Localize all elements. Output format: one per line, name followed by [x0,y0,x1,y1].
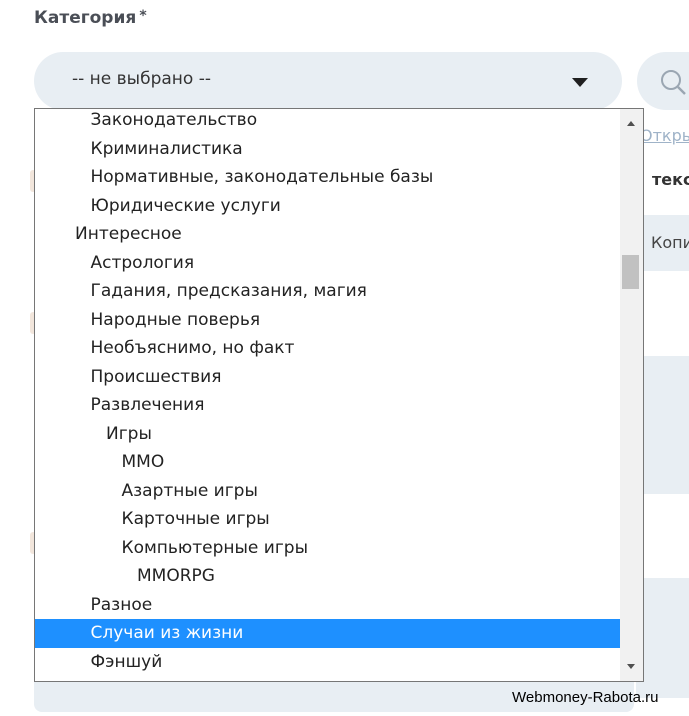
dropdown-option[interactable]: Нормативные, законодательные базы [35,163,620,192]
dropdown-option[interactable]: Развлечения [35,391,620,420]
search-icon [661,70,686,95]
dropdown-option[interactable]: Разное [35,591,620,620]
caret-down-icon[interactable] [572,78,588,87]
category-dropdown-list[interactable]: Законодательство Криминалистика Нормативны… [34,108,644,682]
dropdown-option[interactable]: Криминалистика [35,135,620,164]
dropdown-option[interactable]: Происшествия [35,363,620,392]
dropdown-option[interactable]: Фэншуй [35,648,620,677]
category-select[interactable]: -- не выбрано -- [34,52,622,110]
dropdown-option[interactable]: Законодательство [35,109,620,135]
dropdown-option[interactable]: Юридические услуги [35,192,620,221]
dropdown-option[interactable]: Карточные игры [35,505,620,534]
dropdown-option[interactable]: MMORPG [35,562,620,591]
dropdown-scrollbar[interactable] [620,109,643,681]
watermark: Webmoney-Rabota.ru [512,689,659,706]
background-link[interactable]: Откры [640,126,689,145]
dropdown-option[interactable]: MMO [35,448,620,477]
dropdown-option[interactable]: Интересное [35,220,620,249]
dropdown-option[interactable]: Игры [35,420,620,449]
scrollbar-thumb[interactable] [622,254,639,289]
search-button[interactable] [637,52,689,110]
category-select-value: -- не выбрано -- [72,69,211,89]
dropdown-option[interactable]: Необъяснимо, но факт [35,334,620,363]
dropdown-option[interactable]: Гадания, предсказания, магия [35,277,620,306]
background-copy-text: Копи [651,233,689,252]
required-mark: * [139,8,147,24]
dropdown-option[interactable]: Случаи из жизни [35,619,620,648]
dropdown-option[interactable]: Народные поверья [35,306,620,335]
dropdown-option[interactable]: Компьютерные игры [35,534,620,563]
scroll-up-arrow-icon[interactable] [627,121,635,126]
background-heading: текс [652,170,689,189]
scroll-down-arrow-icon[interactable] [627,664,635,669]
category-label: Категория * [34,8,147,28]
dropdown-option[interactable]: Азартные игры [35,477,620,506]
dropdown-option[interactable]: Астрология [35,249,620,278]
category-label-text: Категория [34,8,137,28]
